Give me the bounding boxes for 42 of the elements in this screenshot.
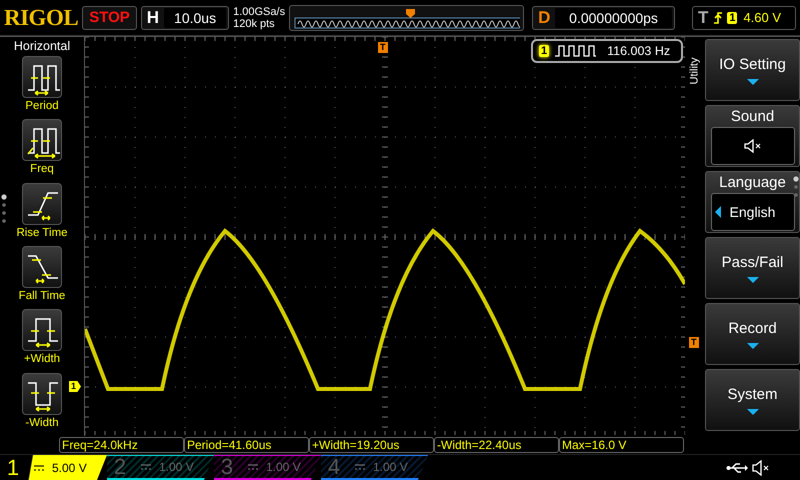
page-indicator-icon bbox=[1, 194, 7, 224]
measurement-value: Max=16.0 V bbox=[559, 437, 684, 453]
menu-button[interactable]: Record bbox=[705, 303, 800, 365]
menu-button[interactable]: IO Setting bbox=[705, 39, 800, 101]
menu-button[interactable]: Sound bbox=[705, 105, 800, 167]
left-arrow-icon bbox=[714, 206, 720, 218]
channel-tab[interactable]: 2 1.00 V bbox=[107, 455, 214, 480]
menu-button[interactable]: Pass/Fail bbox=[705, 237, 800, 299]
dropdown-arrow-icon bbox=[746, 276, 758, 282]
speaker-muted-icon bbox=[752, 460, 770, 476]
dc-coupling-icon bbox=[34, 464, 44, 470]
trigger-field[interactable]: T 1 4.60 V bbox=[692, 6, 796, 30]
rising-edge-icon bbox=[713, 10, 724, 24]
run-state[interactable]: STOP bbox=[82, 6, 137, 30]
brand-logo: RIGOL bbox=[4, 4, 78, 30]
trigger-level-marker[interactable]: T bbox=[689, 337, 698, 348]
measurement-value: Freq=24.0kHz bbox=[59, 437, 184, 453]
dropdown-arrow-icon bbox=[746, 78, 758, 84]
speaker-muted-icon bbox=[744, 139, 762, 153]
page-indicator-icon bbox=[793, 176, 799, 198]
measurement-value: Period=41.60us bbox=[184, 437, 309, 453]
dropdown-arrow-icon bbox=[746, 408, 758, 414]
frequency-counter: 1 116.003 Hz bbox=[531, 39, 683, 63]
menu-button[interactable]: Language English bbox=[705, 171, 800, 233]
menu-title: Utility bbox=[688, 58, 700, 84]
measurement-value: -Width=22.40us bbox=[434, 437, 559, 453]
sample-rate: 1.00GSa/s bbox=[233, 6, 286, 18]
menu-button[interactable]: System bbox=[705, 369, 800, 431]
dc-coupling-icon bbox=[141, 464, 151, 470]
channel-marker[interactable]: 1 bbox=[69, 381, 82, 392]
memory-depth: 120k pts bbox=[233, 18, 276, 30]
channel-tab[interactable]: 4 1.00 V bbox=[321, 455, 428, 480]
channel-tab[interactable]: 3 1.00 V bbox=[214, 455, 321, 480]
measurement-value: +Width=19.20us bbox=[309, 437, 434, 453]
timebase-field[interactable]: H 10.0us bbox=[140, 6, 230, 30]
dc-coupling-icon bbox=[355, 464, 365, 470]
dc-coupling-icon bbox=[248, 464, 258, 470]
dropdown-arrow-icon bbox=[746, 342, 758, 348]
menu-title: Horizontal bbox=[14, 39, 70, 53]
trigger-position-marker[interactable]: T bbox=[378, 42, 388, 53]
delay-field[interactable]: D 0.00000000ps bbox=[532, 6, 675, 30]
usb-icon bbox=[726, 462, 748, 474]
